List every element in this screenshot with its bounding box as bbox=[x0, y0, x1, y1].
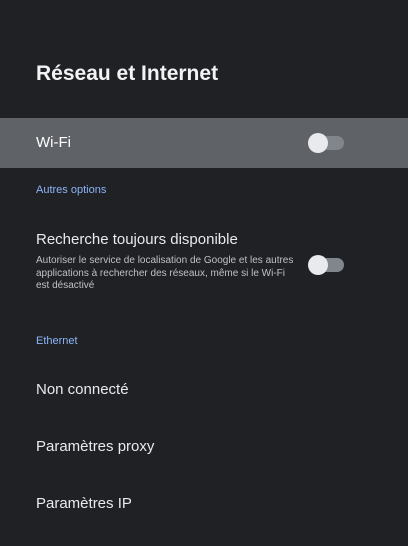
wifi-toggle[interactable] bbox=[308, 133, 344, 153]
section-header-autres-options: Autres options bbox=[36, 184, 107, 196]
ethernet-status-row[interactable]: Non connecté bbox=[36, 381, 129, 398]
recherche-label: Recherche toujours disponible bbox=[36, 231, 238, 248]
ip-settings-row[interactable]: Paramètres IP bbox=[36, 495, 132, 512]
recherche-description: Autoriser le service de localisation de … bbox=[36, 255, 294, 291]
section-header-ethernet: Ethernet bbox=[36, 335, 78, 347]
wifi-row[interactable]: Wi-Fi bbox=[0, 118, 408, 168]
settings-panel: Réseau et Internet Wi-Fi Autres options … bbox=[0, 0, 408, 546]
proxy-settings-row[interactable]: Paramètres proxy bbox=[36, 438, 154, 455]
wifi-label: Wi-Fi bbox=[36, 134, 71, 151]
recherche-toggle[interactable] bbox=[308, 255, 344, 275]
recherche-toggle-knob bbox=[308, 255, 328, 275]
page-title: Réseau et Internet bbox=[36, 62, 219, 85]
wifi-toggle-knob bbox=[308, 133, 328, 153]
recherche-row[interactable]: Recherche toujours disponible Autoriser … bbox=[0, 225, 408, 315]
